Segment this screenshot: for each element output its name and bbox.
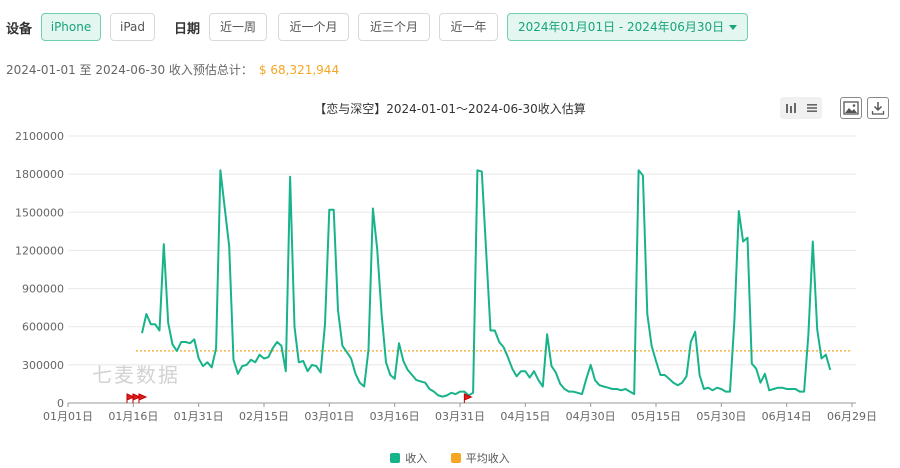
y-axis: 0 300000 600000 900000 1200000 1500000 1800000… [15,130,64,410]
bar-chart-icon[interactable] [780,97,801,119]
y-tick-label: 0 [57,397,64,410]
y-tick-label: 1500000 [15,206,64,219]
legend-item-income[interactable]: 收入 [390,450,427,466]
y-tick-label: 2100000 [15,130,64,143]
range-week-button[interactable]: 近一周 [209,13,267,41]
x-tick-label: 04月15日 [500,410,550,423]
legend-label-income: 收入 [405,452,428,465]
chart-grid [68,135,856,404]
device-iphone-button[interactable]: iPhone [41,13,101,41]
watermark: 七麦数据 [92,363,180,387]
x-tick-label: 03月16日 [370,410,420,423]
download-icon[interactable] [867,97,889,119]
income-chart: 0 300000 600000 900000 1200000 1500000 1800000… [15,130,877,423]
range-quarter-button[interactable]: 近三个月 [358,13,430,41]
flag-icon [138,393,148,403]
x-tick-label: 05月30日 [696,410,746,423]
y-tick-label: 300000 [22,359,64,372]
view-toggle [780,97,822,119]
x-tick-label: 05月15日 [631,410,681,423]
summary-text: 2024-01-01 至 2024-06-30 收入预估总计： [6,63,253,77]
caret-down-icon [729,25,737,30]
x-tick-label: 01月31日 [174,410,224,423]
date-label: 日期 [174,22,201,37]
legend-item-average[interactable]: 平均收入 [450,450,510,466]
x-axis: 01月01日 01月16日 01月31日 02月15日 03月01日 03月16日 03月3… [43,402,877,423]
list-icon[interactable] [801,97,822,119]
x-tick-label: 03月01日 [304,410,354,423]
device-label: 设备 [6,22,33,37]
revenue-summary: 2024-01-01 至 2024-06-30 收入预估总计： $ 68,321,… [6,61,339,78]
date-range-value: 2024年01月01日 - 2024年06月30日 [518,20,725,34]
summary-total: $ 68,321,944 [258,63,340,77]
legend-swatch-average [450,453,461,463]
y-tick-label: 1800000 [15,168,64,181]
income-line [141,169,832,398]
range-year-button[interactable]: 近一年 [439,13,498,41]
chart-legend: 收入 平均收入 [0,450,900,466]
event-markers [126,393,473,403]
device-ipad-button[interactable]: iPad [110,13,155,41]
y-tick-label: 1200000 [15,244,64,257]
image-icon[interactable] [840,97,862,119]
legend-swatch-income [390,453,401,463]
filter-bar: 设备 iPhone iPad 日期 近一周 近一个月 近三个月 近一年 2024… [0,0,900,56]
chart-series [126,169,852,403]
date-range-picker[interactable]: 2024年01月01日 - 2024年06月30日 [507,13,748,41]
x-tick-label: 06月29日 [827,410,877,423]
x-tick-label: 04月30日 [566,410,616,423]
y-tick-label: 600000 [22,321,64,334]
x-tick-label: 01月01日 [43,410,93,423]
range-month-button[interactable]: 近一个月 [278,13,349,41]
chart-title: 【恋与深空】2024-01-01～2024-06-30收入估算 [314,102,586,116]
legend-label-average: 平均收入 [465,452,510,465]
x-tick-label: 03月31日 [435,410,485,423]
x-tick-label: 01月16日 [108,410,158,423]
x-tick-label: 06月14日 [762,410,812,423]
y-tick-label: 900000 [22,283,64,296]
x-tick-label: 02月15日 [239,410,289,423]
